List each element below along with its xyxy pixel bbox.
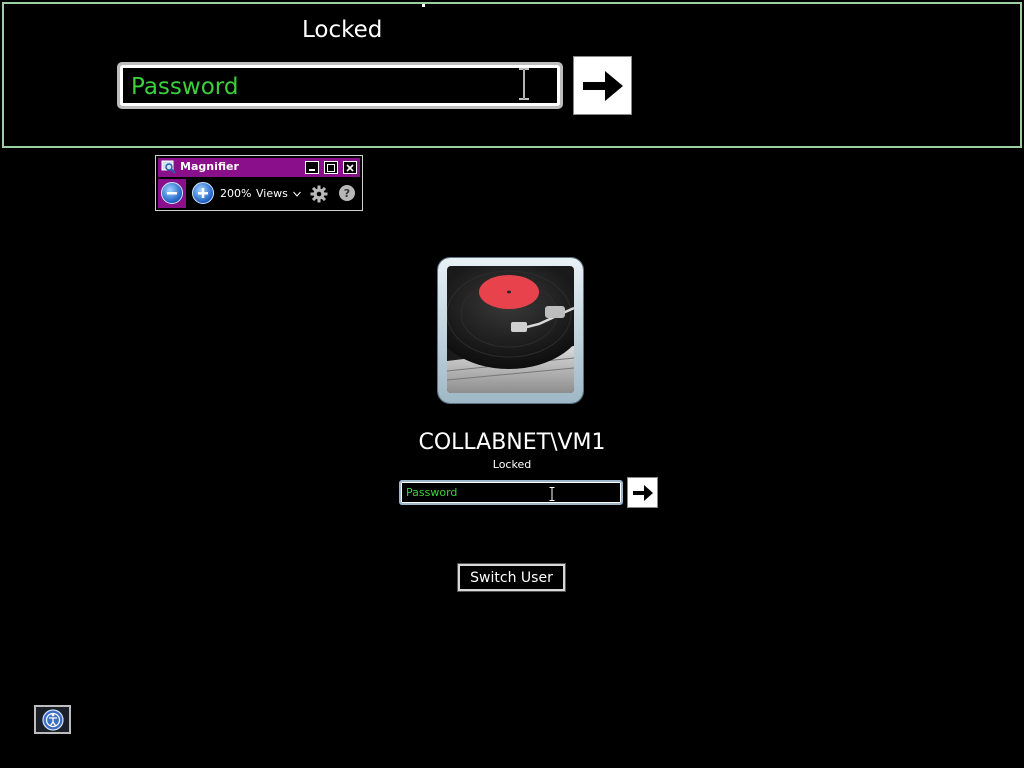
arrow-right-icon: [632, 484, 653, 501]
turntable-picture: [447, 266, 574, 393]
lock-screen: Locked Password Magnifier 200% Views ? C…: [0, 0, 1024, 768]
magnified-password-field[interactable]: Password: [117, 62, 563, 109]
password-placeholder: Password: [406, 486, 458, 499]
close-button[interactable]: [343, 161, 357, 174]
user-name: COLLABNET\VM1: [418, 430, 606, 455]
magnifier-title-bar[interactable]: Magnifier: [158, 158, 360, 177]
switch-user-button[interactable]: Switch User: [457, 563, 566, 592]
maximize-button[interactable]: [324, 161, 338, 174]
help-glyph: ?: [343, 186, 351, 200]
views-label: Views: [256, 187, 288, 200]
magnifier-lens-view: Locked Password: [2, 2, 1022, 148]
zoom-in-button[interactable]: [192, 182, 214, 204]
gear-icon[interactable]: [310, 185, 328, 203]
user-avatar: [447, 266, 574, 393]
ease-of-access-button[interactable]: [34, 705, 71, 734]
minimize-button[interactable]: [305, 161, 319, 174]
minimize-icon: [309, 168, 315, 171]
text-cursor-icon: [519, 68, 529, 100]
arrow-right-icon: [582, 70, 623, 101]
ease-of-access-icon: [41, 708, 64, 731]
password-input[interactable]: Password: [399, 480, 623, 505]
switch-user-label: Switch User: [470, 569, 553, 586]
zoom-out-button[interactable]: [161, 182, 183, 204]
zoom-in-icon: [198, 188, 208, 198]
user-status: Locked: [492, 458, 532, 471]
user-tile: [438, 258, 583, 403]
magnified-status-text: Locked: [302, 17, 383, 43]
magnified-submit-arrow[interactable]: [573, 56, 632, 115]
magnifier-title: Magnifier: [180, 160, 239, 173]
text-cursor-icon: [549, 487, 555, 501]
magnified-password-placeholder: Password: [131, 74, 239, 100]
submit-arrow-button[interactable]: [627, 477, 658, 508]
help-icon[interactable]: ?: [339, 185, 355, 201]
close-icon: [346, 163, 354, 172]
chevron-down-icon: [293, 191, 302, 197]
zoom-level: 200%: [220, 187, 252, 200]
maximize-icon: [327, 163, 335, 172]
magnifier-app-icon: [161, 160, 176, 174]
zoom-out-icon: [167, 192, 177, 195]
lens-marker: [422, 4, 425, 7]
views-dropdown[interactable]: Views: [256, 187, 302, 200]
magnifier-window[interactable]: Magnifier 200% Views ?: [155, 155, 363, 211]
